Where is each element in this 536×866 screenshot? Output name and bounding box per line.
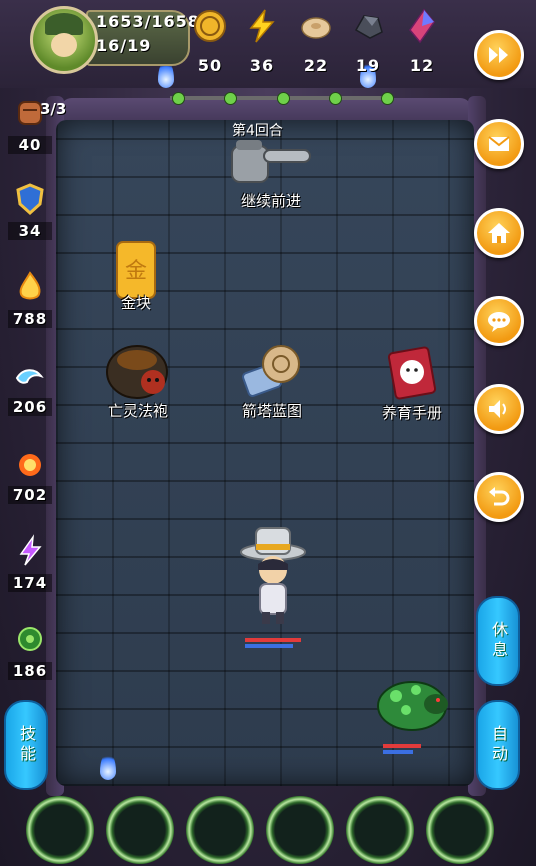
stat-value: 40 xyxy=(8,136,52,154)
resource-value: 19 xyxy=(355,56,381,75)
monster-mp-bar xyxy=(383,750,413,754)
round-progress-dot xyxy=(329,92,342,105)
lightning-rune-icon xyxy=(19,534,42,566)
home-icon xyxy=(488,223,510,243)
skill-button[interactable]: 技能 xyxy=(4,700,48,790)
stat-poison[interactable]: 186 xyxy=(8,622,52,680)
green-monster[interactable] xyxy=(372,666,452,736)
stat-fireball[interactable]: 702 xyxy=(8,446,52,504)
fire-spirit-icon xyxy=(19,271,41,300)
skill-slot-1[interactable] xyxy=(26,796,94,864)
undead-robe-icon xyxy=(106,345,168,399)
skill-slot-2[interactable] xyxy=(106,796,174,864)
stat-value: 702 xyxy=(8,486,52,504)
hero-character[interactable] xyxy=(238,524,308,628)
resource-ore[interactable]: 19 xyxy=(346,8,390,75)
rest-button[interactable]: 休息 xyxy=(476,596,520,686)
return-arrow-icon xyxy=(489,487,510,506)
player-hp: 1653/1658 xyxy=(96,12,200,31)
ore-icon xyxy=(354,15,383,39)
back-button[interactable] xyxy=(474,472,524,522)
resource-value: 50 xyxy=(197,56,223,75)
avatar-face-icon xyxy=(51,33,77,57)
chat-button[interactable] xyxy=(474,296,524,346)
breeding-manual-icon xyxy=(387,346,437,400)
bread-icon xyxy=(301,17,331,39)
round-progress-dot xyxy=(277,92,290,105)
monster-sprite-icon xyxy=(377,681,448,731)
fast-forward-button[interactable] xyxy=(474,30,524,80)
round-progress-dot xyxy=(172,92,185,105)
stat-lightning[interactable]: 174 xyxy=(8,534,52,592)
shield-icon xyxy=(16,183,44,216)
tower-blueprint-item[interactable]: 箭塔蓝图 xyxy=(230,342,314,421)
stat-value: 206 xyxy=(8,398,52,416)
mail-icon xyxy=(488,136,510,151)
hero-sprite-icon xyxy=(240,527,306,624)
attack-charges: 3/3 xyxy=(40,100,67,118)
resource-food[interactable]: 22 xyxy=(294,8,338,75)
resource-value: 12 xyxy=(409,56,435,75)
resource-crystal[interactable]: 12 xyxy=(400,8,444,75)
round-label: 第4回合 xyxy=(232,123,283,139)
gold-bar-item[interactable]: 金 金块 xyxy=(104,238,168,313)
pointing-hand-icon xyxy=(231,140,311,183)
auto-button[interactable]: 自动 xyxy=(476,700,520,790)
undead-robe-item[interactable]: 亡灵法袍 xyxy=(96,342,180,421)
hero-mp-bar xyxy=(245,644,293,648)
skill-slot-6[interactable] xyxy=(426,796,494,864)
tower-blueprint-icon xyxy=(242,345,300,397)
avatar-hat-icon xyxy=(45,13,83,35)
hero-hp-bar xyxy=(245,638,301,642)
stat-value: 34 xyxy=(8,222,52,240)
speaker-icon xyxy=(489,400,506,418)
skill-slot-4[interactable] xyxy=(266,796,334,864)
resource-gold[interactable]: 50 xyxy=(188,8,232,75)
poison-claw-icon xyxy=(18,627,42,651)
home-button[interactable] xyxy=(474,208,524,258)
resource-value: 22 xyxy=(303,56,329,75)
game-screen: 1653/1658 16/19 50 36 22 19 12 第4回合 继续前进… xyxy=(0,0,536,866)
gold-coin-icon xyxy=(194,10,226,42)
continue-forward-button[interactable]: 继续前进 xyxy=(226,140,316,211)
undead-robe-label: 亡灵法袍 xyxy=(107,402,168,420)
crystal-icon xyxy=(409,8,435,44)
water-wave-icon xyxy=(15,369,44,384)
player-avatar[interactable] xyxy=(30,6,98,74)
stat-fire-spirit[interactable]: 788 xyxy=(8,270,52,328)
gold-bar-symbol: 金 xyxy=(125,259,147,284)
fireball-icon xyxy=(19,454,41,476)
monster-hp-bar xyxy=(383,744,421,748)
tower-blueprint-label: 箭塔蓝图 xyxy=(241,402,302,420)
breeding-manual-item[interactable]: 养育手册 xyxy=(370,344,454,423)
stat-defense[interactable]: 34 xyxy=(8,182,52,240)
stat-value: 186 xyxy=(8,662,52,680)
player-level: 16/19 xyxy=(96,36,152,55)
skill-slot-3[interactable] xyxy=(186,796,254,864)
fast-forward-icon xyxy=(489,47,508,63)
resource-value: 36 xyxy=(249,56,275,75)
continue-forward-label: 继续前进 xyxy=(240,192,301,210)
round-progress-dot xyxy=(224,92,237,105)
resource-energy[interactable]: 36 xyxy=(240,8,284,75)
sound-button[interactable] xyxy=(474,384,524,434)
stat-value: 174 xyxy=(8,574,52,592)
mail-button[interactable] xyxy=(474,119,524,169)
lightning-icon xyxy=(249,9,275,43)
chat-bubble-icon xyxy=(488,312,510,332)
breeding-manual-label: 养育手册 xyxy=(381,404,442,422)
skill-slot-5[interactable] xyxy=(346,796,414,864)
stat-water[interactable]: 206 xyxy=(8,358,52,416)
round-progress-dot xyxy=(381,92,394,105)
stat-value: 788 xyxy=(8,310,52,328)
